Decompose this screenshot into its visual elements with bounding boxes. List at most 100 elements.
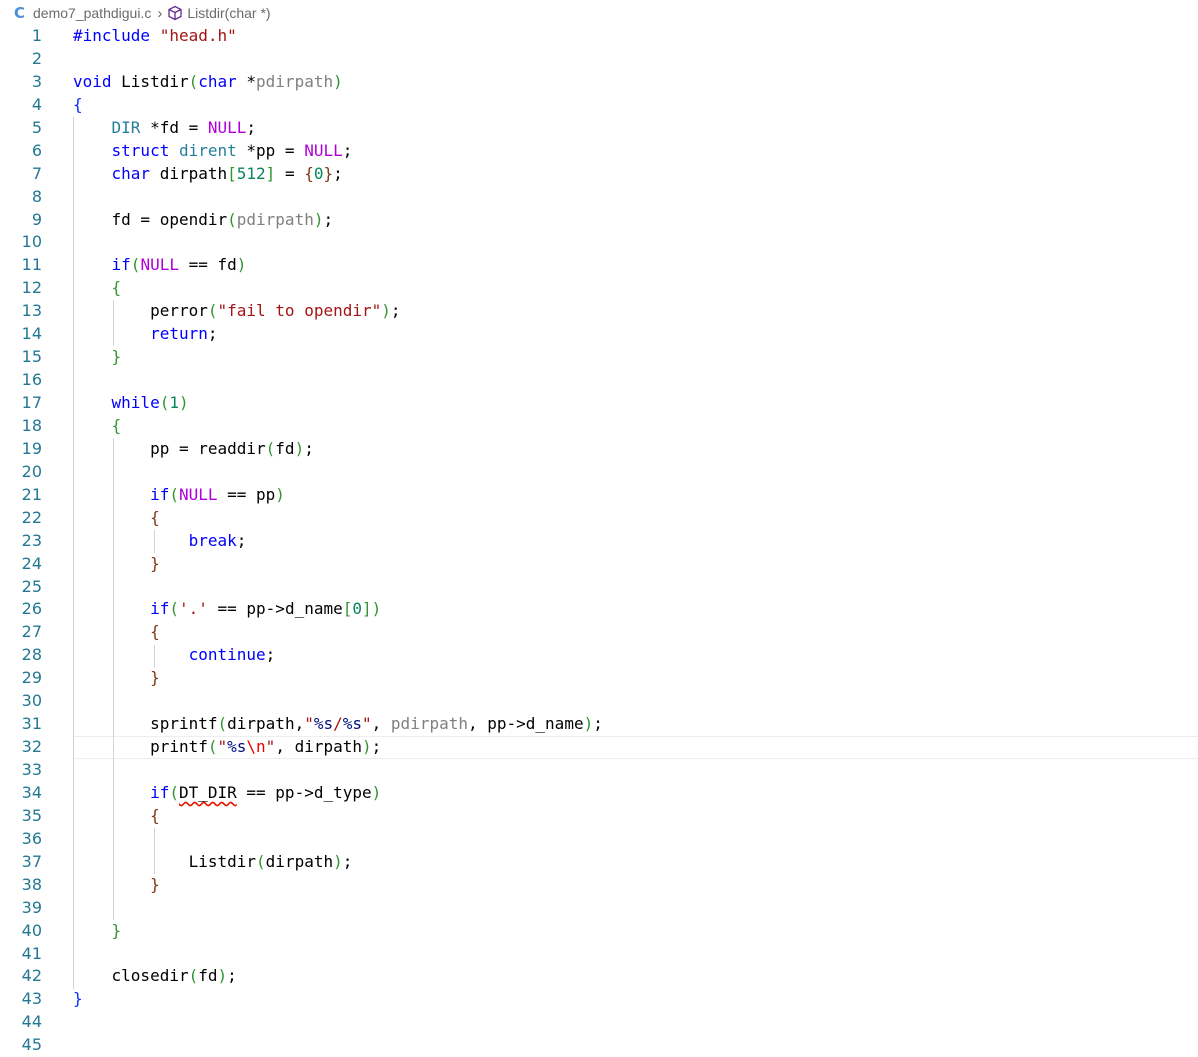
code-line[interactable]: 8: [0, 186, 1198, 209]
code-line[interactable]: 22 {: [0, 507, 1198, 530]
line-number: 21: [21, 484, 42, 504]
code-text[interactable]: }: [73, 988, 83, 1011]
code-line[interactable]: 9 fd = opendir(pdirpath);: [0, 209, 1198, 232]
code-text[interactable]: }: [73, 920, 122, 943]
code-line[interactable]: 5 DIR *fd = NULL;: [0, 117, 1198, 140]
code-line[interactable]: 27 {: [0, 621, 1198, 644]
indent-guide: [113, 438, 115, 921]
code-text[interactable]: }: [73, 553, 160, 576]
code-text[interactable]: perror("fail to opendir");: [73, 300, 400, 323]
code-text[interactable]: printf("%s\n", dirpath);: [73, 736, 381, 759]
code-line[interactable]: 23 break;: [0, 530, 1198, 553]
code-text[interactable]: pp = readdir(fd);: [73, 438, 314, 461]
line-number: 23: [21, 530, 42, 550]
line-number: 13: [21, 301, 42, 321]
code-line[interactable]: 41: [0, 943, 1198, 966]
code-text[interactable]: }: [73, 667, 160, 690]
line-number: 32: [21, 737, 42, 757]
code-line[interactable]: 28 continue;: [0, 644, 1198, 667]
code-text[interactable]: while(1): [73, 392, 189, 415]
breadcrumb-symbol[interactable]: Listdir(char *): [187, 5, 270, 21]
code-line[interactable]: 20: [0, 461, 1198, 484]
code-text[interactable]: if(NULL == fd): [73, 254, 247, 277]
code-text[interactable]: {: [73, 415, 122, 438]
cube-icon: [168, 5, 182, 21]
code-line[interactable]: 38 }: [0, 874, 1198, 897]
code-line[interactable]: 21 if(NULL == pp): [0, 484, 1198, 507]
code-line[interactable]: 3 void Listdir(char *pdirpath): [0, 71, 1198, 94]
code-line[interactable]: 4{: [0, 94, 1198, 117]
code-line[interactable]: 33: [0, 759, 1198, 782]
line-number: 38: [21, 874, 42, 894]
code-line[interactable]: 2: [0, 48, 1198, 71]
code-line[interactable]: 24 }: [0, 553, 1198, 576]
code-line[interactable]: 1 #include "head.h": [0, 25, 1198, 48]
code-line[interactable]: 19 pp = readdir(fd);: [0, 438, 1198, 461]
code-text[interactable]: return;: [73, 323, 217, 346]
line-number: 27: [21, 622, 42, 642]
c-language-icon: C: [14, 4, 26, 22]
indent-guide: [153, 644, 155, 668]
code-text[interactable]: Listdir(dirpath);: [73, 851, 353, 874]
code-line[interactable]: 6 struct dirent *pp = NULL;: [0, 140, 1198, 163]
code-line[interactable]: 45: [0, 1034, 1198, 1057]
code-line[interactable]: 32 printf("%s\n", dirpath);: [0, 736, 1198, 759]
code-line[interactable]: 16: [0, 369, 1198, 392]
code-line[interactable]: 11 if(NULL == fd): [0, 254, 1198, 277]
code-text[interactable]: closedir(fd);: [73, 965, 237, 988]
code-text[interactable]: {: [73, 621, 160, 644]
code-text[interactable]: {: [73, 805, 160, 828]
code-line[interactable]: 40 }: [0, 920, 1198, 943]
line-number: 28: [21, 645, 42, 665]
code-editor[interactable]: 1 #include "head.h" 2 3 void Listdir(char *p…: [0, 25, 1198, 1057]
code-text[interactable]: if('.' == pp->d_name[0]): [73, 598, 381, 621]
code-line[interactable]: 25: [0, 576, 1198, 599]
line-number: 45: [21, 1035, 42, 1055]
code-line[interactable]: 14 return;: [0, 323, 1198, 346]
code-text[interactable]: DIR *fd = NULL;: [73, 117, 257, 140]
code-line[interactable]: 37 Listdir(dirpath);: [0, 851, 1198, 874]
code-text[interactable]: struct dirent *pp = NULL;: [73, 140, 353, 163]
code-text[interactable]: sprintf(dirpath,"%s/%s", pdirpath, pp->d…: [73, 713, 603, 736]
line-number: 42: [21, 966, 42, 986]
code-text[interactable]: if(NULL == pp): [73, 484, 285, 507]
code-line[interactable]: 44: [0, 1011, 1198, 1034]
code-text[interactable]: {: [73, 94, 83, 117]
code-text[interactable]: void Listdir(char *pdirpath): [73, 71, 343, 94]
line-number: 1: [31, 26, 42, 45]
code-line[interactable]: 43}: [0, 988, 1198, 1011]
code-text[interactable]: #include "head.h": [73, 25, 237, 48]
code-line[interactable]: 17 while(1): [0, 392, 1198, 415]
code-line[interactable]: 42 closedir(fd);: [0, 965, 1198, 988]
code-text[interactable]: if(DT_DIR == pp->d_type): [73, 782, 381, 805]
code-line[interactable]: 34 if(DT_DIR == pp->d_type): [0, 782, 1198, 805]
indent-guide: [73, 116, 74, 989]
code-line[interactable]: 10: [0, 231, 1198, 254]
code-line[interactable]: 36: [0, 828, 1198, 851]
code-text[interactable]: {: [73, 277, 122, 300]
code-line[interactable]: 39: [0, 897, 1198, 920]
code-text[interactable]: {: [73, 507, 160, 530]
indent-guide: [153, 529, 155, 553]
code-line[interactable]: 30: [0, 690, 1198, 713]
code-line[interactable]: 35 {: [0, 805, 1198, 828]
code-text[interactable]: break;: [73, 530, 247, 553]
code-line[interactable]: 7 char dirpath[512] = {0};: [0, 163, 1198, 186]
code-line[interactable]: 12 {: [0, 277, 1198, 300]
code-line[interactable]: 31 sprintf(dirpath,"%s/%s", pdirpath, pp…: [0, 713, 1198, 736]
code-line[interactable]: 29 }: [0, 667, 1198, 690]
code-text[interactable]: fd = opendir(pdirpath);: [73, 209, 334, 232]
line-number: 44: [21, 1012, 42, 1032]
breadcrumb-file[interactable]: demo7_pathdigui.c: [33, 5, 151, 21]
line-number: 41: [21, 943, 42, 963]
code-text[interactable]: }: [73, 346, 122, 369]
code-text[interactable]: }: [73, 874, 160, 897]
code-text[interactable]: continue;: [73, 644, 276, 667]
code-line[interactable]: 18 {: [0, 415, 1198, 438]
indent-guide: [153, 828, 155, 875]
code-line[interactable]: 13 perror("fail to opendir");: [0, 300, 1198, 323]
line-number: 17: [21, 393, 42, 412]
code-line[interactable]: 26 if('.' == pp->d_name[0]): [0, 598, 1198, 621]
code-text[interactable]: char dirpath[512] = {0};: [73, 163, 343, 186]
code-line[interactable]: 15 }: [0, 346, 1198, 369]
